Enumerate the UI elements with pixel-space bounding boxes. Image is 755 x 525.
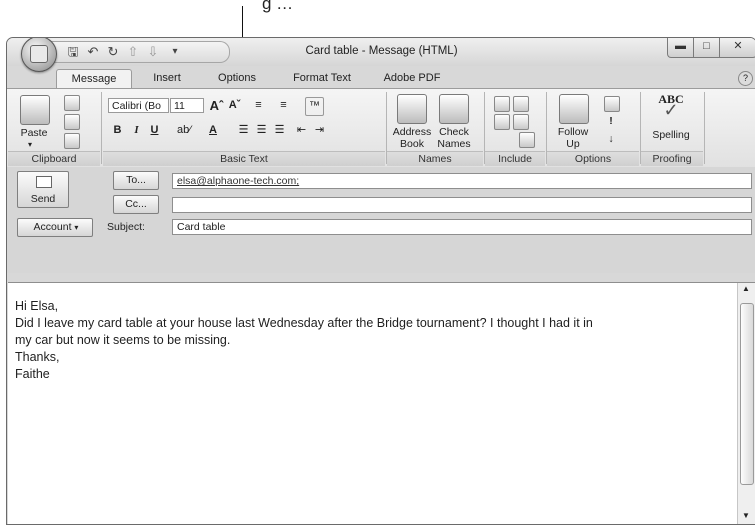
attach-item-icon[interactable] xyxy=(513,96,529,112)
tab-adobe-pdf[interactable]: Adobe PDF xyxy=(377,69,447,88)
spelling-button[interactable]: Spelling xyxy=(647,129,695,141)
tab-message[interactable]: Message xyxy=(56,69,132,89)
font-size-combo[interactable]: 11 xyxy=(170,98,204,113)
format-painter-icon[interactable] xyxy=(64,133,80,149)
ribbon-tabs: Message Insert Options Format Text Adobe… xyxy=(7,66,755,89)
align-left-button[interactable]: ☰ xyxy=(235,122,252,139)
names-group-label: Names xyxy=(387,151,483,166)
message-body[interactable]: Hi Elsa, Did I leave my card table at yo… xyxy=(8,282,755,524)
window-title: Card table - Message (HTML) xyxy=(305,45,458,57)
help-icon[interactable]: ? xyxy=(738,71,753,86)
follow-up-label-2[interactable]: Up xyxy=(550,138,596,150)
scroll-down-icon[interactable]: ▼ xyxy=(741,512,751,520)
to-field[interactable]: elsa@alphaone-tech.com; xyxy=(172,173,752,189)
subject-field[interactable]: Card table xyxy=(172,219,752,235)
check-names-label-2[interactable]: Names xyxy=(434,138,474,150)
increase-indent-button[interactable]: ⇥ xyxy=(311,122,328,139)
decrease-indent-button[interactable]: ⇤ xyxy=(293,122,310,139)
bullets-button[interactable]: ≡ xyxy=(250,97,267,114)
clipboard-group-label: Clipboard xyxy=(8,151,100,166)
bold-button[interactable]: B xyxy=(109,122,126,139)
paste-button[interactable]: Paste xyxy=(13,127,55,139)
attach-file-icon[interactable] xyxy=(494,96,510,112)
high-importance-icon[interactable]: ! xyxy=(604,115,618,127)
include-group-label: Include xyxy=(485,151,545,166)
scrollbar-thumb[interactable] xyxy=(740,303,754,485)
compose-header: Send To... Cc... elsa@alphaone-tech.com;… xyxy=(7,167,755,273)
vertical-scrollbar[interactable]: ▲ ▼ xyxy=(737,283,755,524)
tab-options[interactable]: Options xyxy=(212,69,262,88)
align-right-button[interactable]: ☰ xyxy=(271,122,288,139)
address-book-label-2[interactable]: Book xyxy=(391,138,433,150)
options-group-label: Options xyxy=(547,151,639,166)
account-dropdown-icon: ▾ xyxy=(74,223,79,232)
body-line: my car but now it seems to be missing. xyxy=(15,333,231,347)
minimize-icon[interactable]: ▬ xyxy=(667,38,694,58)
follow-up-label-1[interactable]: Follow xyxy=(550,126,596,138)
body-line: Faithe xyxy=(15,367,50,381)
paste-icon[interactable] xyxy=(20,95,50,125)
to-button[interactable]: To... xyxy=(113,171,159,190)
cut-icon[interactable] xyxy=(64,95,80,111)
cc-button[interactable]: Cc... xyxy=(113,195,159,214)
ribbon: Paste ▾ Clipboard Calibri (Bo 11 Aˆ Aˇ ≡… xyxy=(7,88,755,168)
numbering-button[interactable]: ≡ xyxy=(275,97,292,114)
send-icon xyxy=(36,176,52,188)
check-names-label-1[interactable]: Check xyxy=(434,126,474,138)
subject-label: Subject: xyxy=(107,221,145,233)
account-button[interactable]: Account ▾ xyxy=(17,218,93,237)
shrink-font-button[interactable]: Aˇ xyxy=(226,97,243,114)
outlook-message-window: 🖫 ↶ ↻ ⇧ ⇩ ▾ Card table - Message (HTML) … xyxy=(6,37,755,525)
low-importance-icon[interactable]: ↓ xyxy=(604,133,618,145)
body-line: Thanks, xyxy=(15,350,60,364)
calendar-icon[interactable] xyxy=(513,114,529,130)
italic-button[interactable]: I xyxy=(128,122,145,139)
body-line: Did I leave my card table at your house … xyxy=(15,316,593,330)
tab-insert[interactable]: Insert xyxy=(147,69,187,88)
address-book-label-1[interactable]: Address xyxy=(391,126,433,138)
group-separator xyxy=(101,92,102,164)
cc-field[interactable] xyxy=(172,197,752,213)
signature-icon[interactable] xyxy=(519,132,535,148)
tab-format-text[interactable]: Format Text xyxy=(287,69,357,88)
checkmark-icon: ✓ xyxy=(663,100,679,120)
check-names-icon[interactable] xyxy=(439,94,469,124)
close-icon[interactable]: ✕ xyxy=(719,38,755,58)
basic-text-group-label: Basic Text xyxy=(103,151,385,166)
address-book-icon[interactable] xyxy=(397,94,427,124)
proofing-group-label: Proofing xyxy=(641,151,703,166)
callout-label: g … xyxy=(262,0,294,13)
paste-dropdown-icon[interactable]: ▾ xyxy=(28,139,32,151)
follow-up-flag-icon[interactable] xyxy=(559,94,589,124)
body-line: Hi Elsa, xyxy=(15,299,59,313)
align-center-button[interactable]: ☰ xyxy=(253,122,270,139)
scroll-up-icon[interactable]: ▲ xyxy=(741,285,751,293)
business-card-icon[interactable] xyxy=(494,114,510,130)
group-separator xyxy=(704,92,705,164)
styles-button[interactable]: ™ xyxy=(305,97,324,116)
underline-button[interactable]: U xyxy=(146,122,163,139)
font-color-button[interactable]: A xyxy=(202,122,224,139)
grow-font-button[interactable]: Aˆ xyxy=(208,97,225,114)
maximize-icon[interactable]: □ xyxy=(693,38,720,58)
copy-icon[interactable] xyxy=(64,114,80,130)
title-bar: 🖫 ↶ ↻ ⇧ ⇩ ▾ Card table - Message (HTML) … xyxy=(7,38,755,66)
account-label: Account xyxy=(33,221,72,233)
highlight-button[interactable]: ab⁄ xyxy=(170,122,198,139)
font-name-combo[interactable]: Calibri (Bo xyxy=(108,98,169,113)
categorize-icon[interactable] xyxy=(604,96,620,112)
